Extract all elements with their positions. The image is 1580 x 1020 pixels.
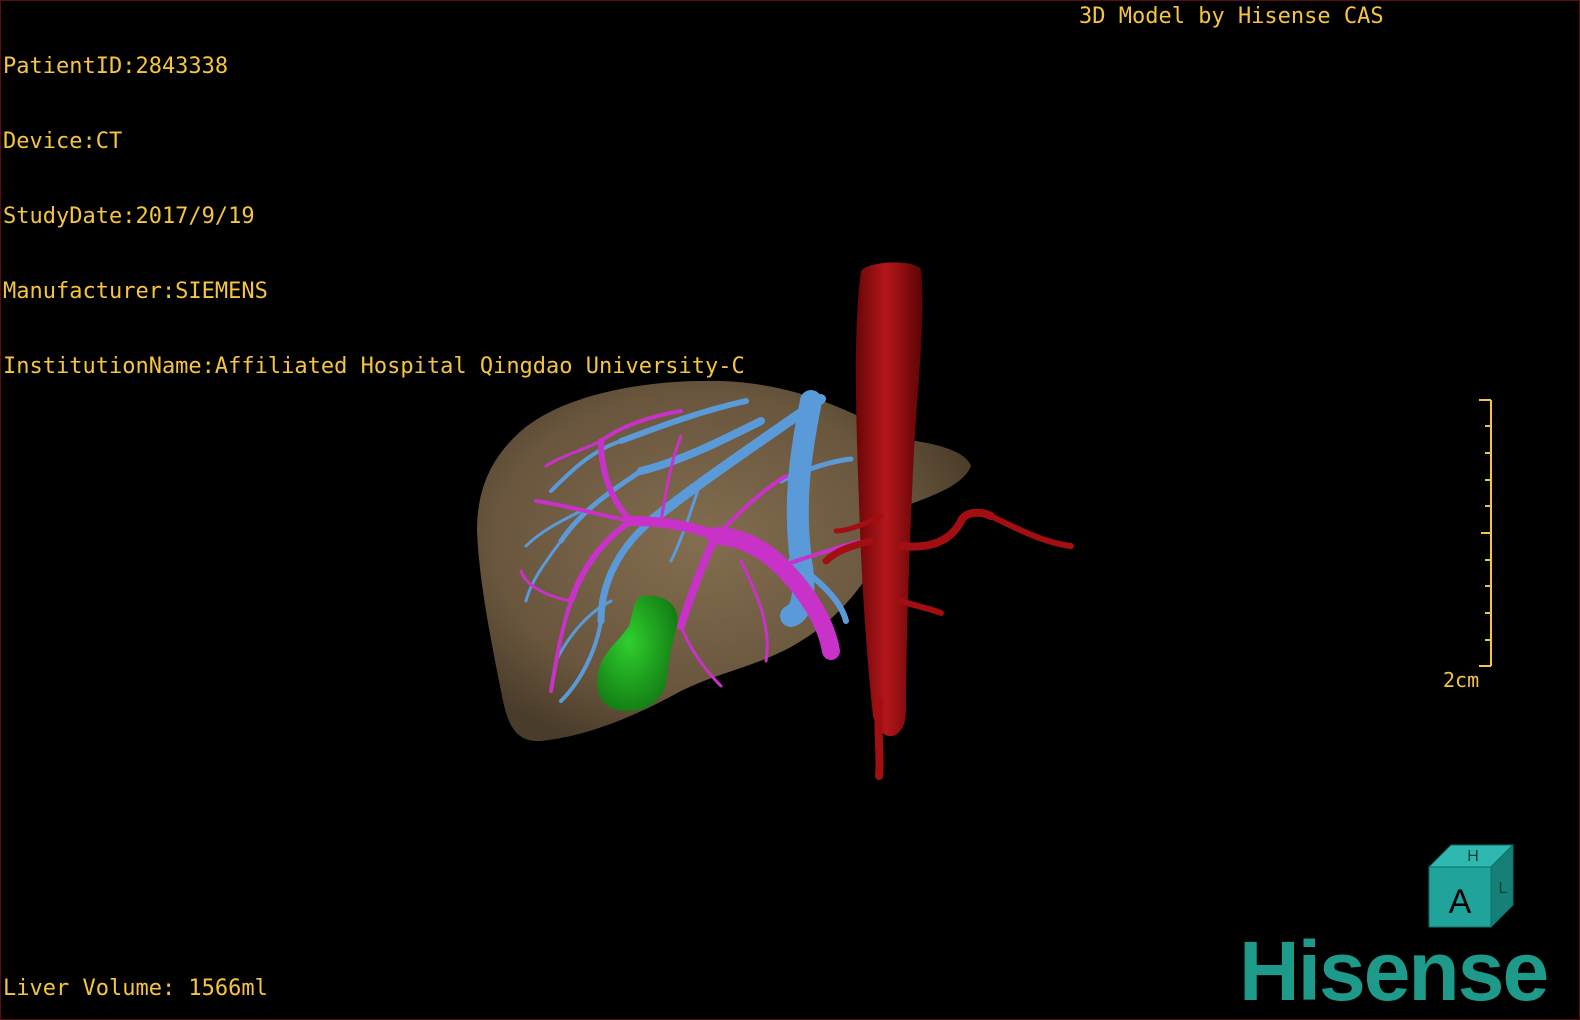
hisense-logo: Hisense bbox=[1239, 924, 1549, 1018]
institution-text: InstitutionName:Affiliated Hospital Qing… bbox=[3, 354, 745, 379]
scale-bar bbox=[1479, 399, 1492, 667]
patient-id-text: PatientID:2843338 bbox=[3, 54, 229, 79]
manufacturer-text: Manufacturer:SIEMENS bbox=[3, 279, 268, 304]
study-info: PatientID:2843338 Device:CT StudyDate:20… bbox=[3, 4, 745, 429]
cube-top-label: H bbox=[1467, 848, 1479, 865]
orientation-cube[interactable]: A H L bbox=[1421, 839, 1521, 934]
model-credit: 3D Model by Hisense CAS bbox=[1079, 4, 1384, 29]
artery-system bbox=[822, 262, 1074, 780]
cube-side-label: L bbox=[1499, 880, 1508, 897]
scale-bar-label: 2cm bbox=[1443, 668, 1480, 692]
liver-volume-text: Liver Volume: 1566ml bbox=[3, 976, 268, 1001]
study-date-text: StudyDate:2017/9/19 bbox=[3, 204, 255, 229]
3d-viewport[interactable]: PatientID:2843338 Device:CT StudyDate:20… bbox=[0, 0, 1580, 1020]
cube-front-label: A bbox=[1449, 883, 1472, 921]
device-text: Device:CT bbox=[3, 129, 123, 154]
